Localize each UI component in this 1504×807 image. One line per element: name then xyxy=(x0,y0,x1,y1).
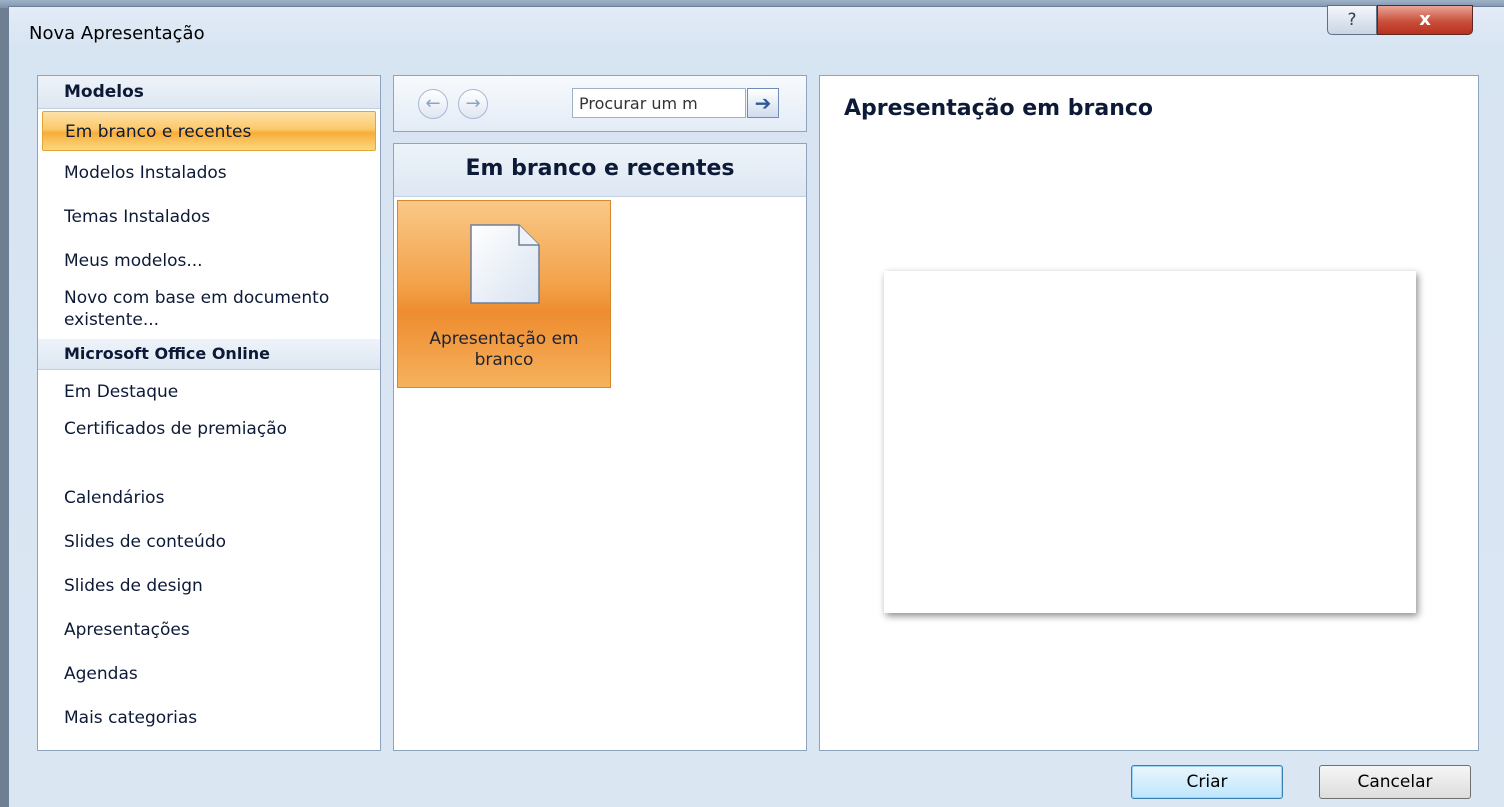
forward-button[interactable]: → xyxy=(458,89,488,119)
nav-item-calendars[interactable]: Calendários xyxy=(38,476,380,520)
back-arrow-icon: ← xyxy=(425,93,441,114)
nav-item-award-certificates[interactable]: Certificados de premiação xyxy=(38,414,380,476)
section-header-models: Modelos xyxy=(38,76,380,109)
nav-item-agendas[interactable]: Agendas xyxy=(38,652,380,696)
categories-panel: Modelos Em branco e recentes Modelos Ins… xyxy=(37,75,381,751)
back-button[interactable]: ← xyxy=(418,89,448,119)
nav-item-new-from-existing[interactable]: Novo com base em documento existente... xyxy=(38,283,380,339)
forward-arrow-icon: → xyxy=(465,93,481,114)
create-button[interactable]: Criar xyxy=(1131,765,1283,799)
nav-item-presentations[interactable]: Apresentações xyxy=(38,608,380,652)
dialog-title: Nova Apresentação xyxy=(29,23,205,44)
close-icon: x xyxy=(1419,9,1431,30)
nav-item-featured[interactable]: Em Destaque xyxy=(38,370,380,414)
slide-preview-thumbnail xyxy=(884,271,1416,613)
nav-item-more-categories[interactable]: Mais categorias xyxy=(38,696,380,740)
blank-document-icon xyxy=(470,224,540,304)
nav-item-installed-themes[interactable]: Temas Instalados xyxy=(38,195,380,239)
close-button[interactable]: x xyxy=(1377,5,1473,35)
nav-item-my-templates[interactable]: Meus modelos... xyxy=(38,239,380,283)
template-tile-blank-presentation[interactable]: Apresentação em branco xyxy=(397,200,611,388)
section-header-office-online: Microsoft Office Online xyxy=(38,339,380,370)
nav-item-installed-templates[interactable]: Modelos Instalados xyxy=(38,151,380,195)
nav-item-content-slides[interactable]: Slides de conteúdo xyxy=(38,520,380,564)
help-icon: ? xyxy=(1347,10,1357,30)
preview-panel: Apresentação em branco xyxy=(819,75,1479,751)
help-button[interactable]: ? xyxy=(1327,5,1377,35)
template-tile-label: Apresentação em branco xyxy=(429,329,579,370)
search-go-button[interactable]: ➔ xyxy=(747,88,779,118)
title-bar: Nova Apresentação xyxy=(9,7,1504,59)
search-input[interactable] xyxy=(572,88,746,118)
templates-header: Em branco e recentes xyxy=(394,144,806,197)
preview-title: Apresentação em branco xyxy=(844,96,1154,121)
arrow-right-icon: ➔ xyxy=(754,91,772,115)
navigation-toolbar: ← → ➔ xyxy=(393,75,807,132)
new-presentation-dialog: Nova Apresentação ? x Modelos Em branco … xyxy=(8,5,1504,807)
nav-item-blank-and-recent[interactable]: Em branco e recentes xyxy=(42,111,376,151)
templates-panel: Em branco e recentes Apresentação em bra… xyxy=(393,143,807,751)
nav-item-design-slides[interactable]: Slides de design xyxy=(38,564,380,608)
cancel-button[interactable]: Cancelar xyxy=(1319,765,1471,799)
